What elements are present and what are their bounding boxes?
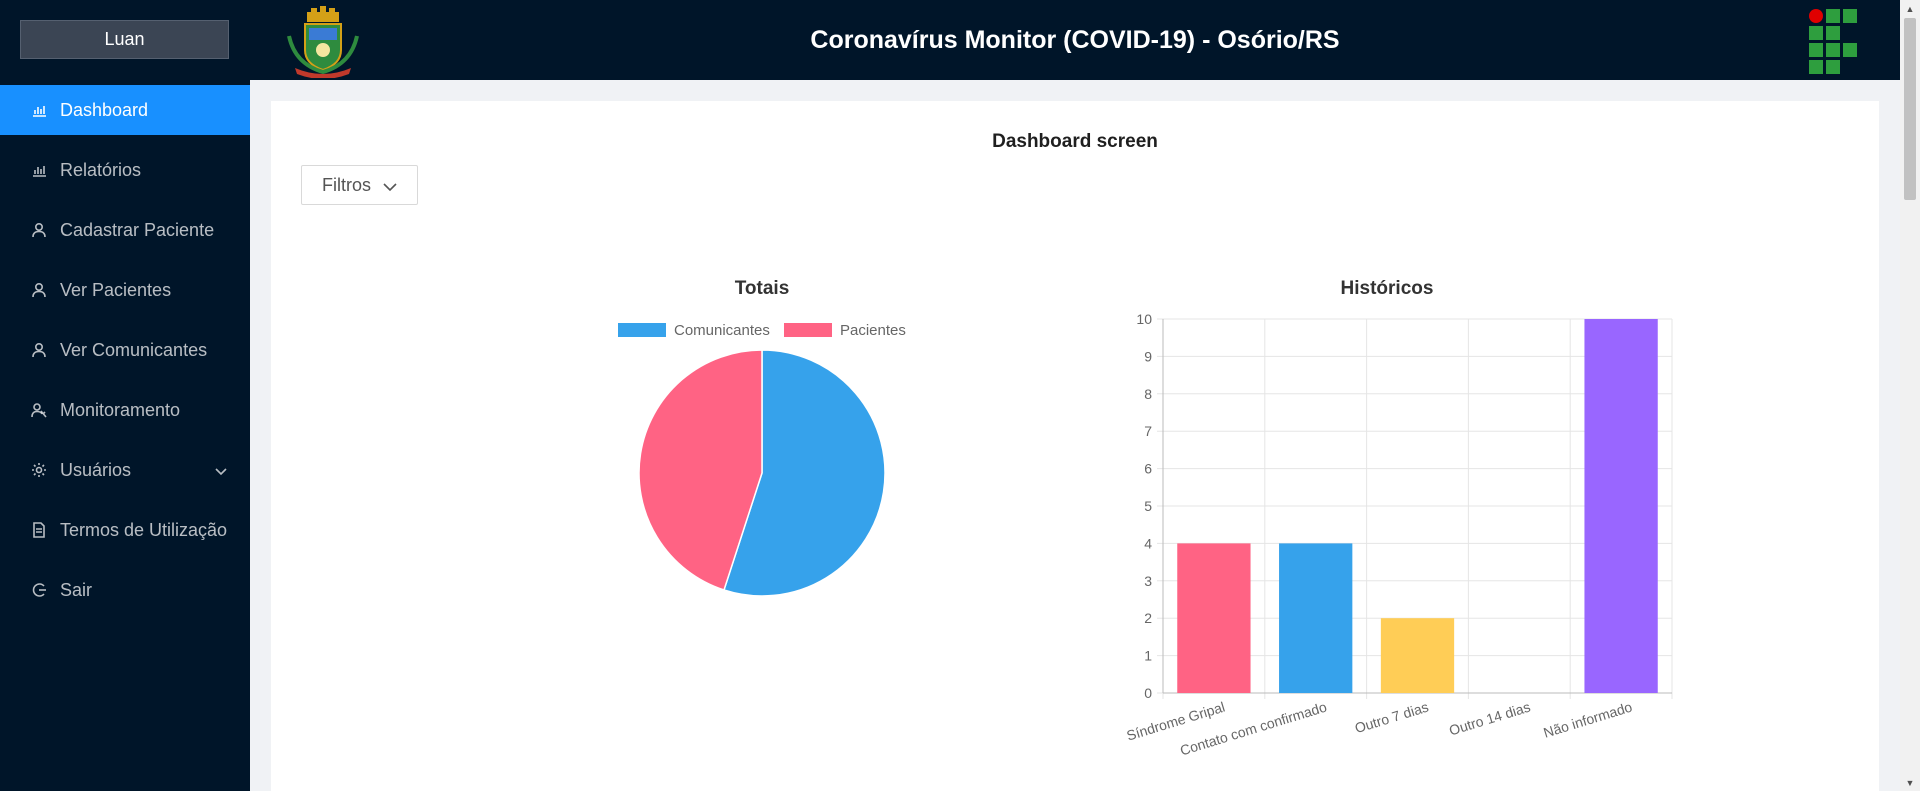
y-tick-label: 6: [1144, 461, 1152, 477]
bar-1: [1279, 543, 1353, 693]
charts-area: Totais Comunicantes Pacientes Históricos 0 1 2…: [618, 278, 1673, 758]
sidebar-item-label: Sair: [60, 579, 93, 600]
scroll-up-arrow-icon[interactable]: ▲: [1900, 0, 1920, 17]
sidebar-item-cadastrar-paciente[interactable]: Cadastrar Paciente: [0, 205, 250, 255]
user-icon: [30, 221, 48, 239]
sidebar-item-label: Ver Comunicantes: [60, 339, 208, 360]
sidebar-item-label: Termos de Utilização: [60, 519, 228, 540]
users-icon: [30, 401, 48, 419]
sidebar-item-label: Dashboard: [60, 99, 149, 120]
sidebar-item-dashboard[interactable]: Dashboard: [0, 85, 250, 135]
sidebar-item-termos-de-utilizacao[interactable]: Termos de Utilização: [0, 505, 250, 555]
x-tick-label: Outro 14 dias: [1447, 699, 1532, 739]
bar-4: [1584, 319, 1658, 693]
sidebar-item-ver-pacientes[interactable]: Ver Pacientes: [0, 265, 250, 315]
y-tick-label: 3: [1144, 573, 1152, 589]
document-icon: [30, 521, 48, 539]
bar-0: [1177, 543, 1251, 693]
bar-chart-icon: [30, 101, 48, 119]
dashboard-card: Dashboard screen Filtros Totais Comunican…: [271, 101, 1879, 791]
y-tick-label: 0: [1144, 685, 1152, 701]
sidebar-item-sair[interactable]: Sair: [0, 565, 250, 615]
page-scrollbar[interactable]: ▲ ▼: [1900, 0, 1920, 791]
sidebar-item-usuarios[interactable]: Usuários: [0, 445, 250, 495]
x-tick-label: Outro 7 dias: [1353, 699, 1431, 737]
header: Coronavírus Monitor (COVID-19) - Osório/…: [250, 0, 1900, 80]
x-tick-label: Não informado: [1541, 699, 1634, 741]
sidebar-item-label: Usuários: [60, 459, 132, 480]
sidebar-item-relatorios[interactable]: Relatórios: [0, 145, 250, 195]
y-tick-label: 2: [1144, 610, 1152, 626]
y-tick-label: 9: [1144, 348, 1152, 364]
y-tick-label: 5: [1144, 498, 1152, 514]
user-icon: [30, 341, 48, 359]
sidebar-item-monitoramento[interactable]: Monitoramento: [0, 385, 250, 435]
sidebar: Luan Dashboard Relatórios Cadastrar Pacien…: [0, 0, 250, 791]
legend-swatch-1: [784, 323, 832, 337]
scroll-thumb[interactable]: [1904, 18, 1916, 200]
sidebar-item-label: Cadastrar Paciente: [60, 219, 215, 240]
sidebar-item-label: Ver Pacientes: [60, 279, 172, 300]
scroll-down-arrow-icon[interactable]: ▼: [1900, 774, 1920, 791]
pie-chart-title: Totais: [735, 278, 790, 299]
sidebar-item-label: Monitoramento: [60, 399, 181, 420]
chevron-down-icon: [214, 462, 228, 476]
bar-chart-title: Históricos: [1341, 278, 1434, 299]
sidebar-item-label: Relatórios: [60, 159, 142, 180]
legend-label-0: Comunicantes: [674, 322, 770, 339]
bar-chart-icon: [30, 161, 48, 179]
user-icon: [30, 281, 48, 299]
y-tick-label: 8: [1144, 386, 1152, 402]
ifrs-logo: [1809, 9, 1857, 74]
sidebar-item-ver-comunicantes[interactable]: Ver Comunicantes: [0, 325, 250, 375]
logout-icon: [30, 581, 48, 599]
bar-2: [1380, 618, 1455, 693]
user-button[interactable]: Luan: [20, 20, 229, 59]
legend-label-1: Pacientes: [840, 322, 906, 339]
legend-swatch-0: [618, 323, 666, 337]
y-tick-label: 1: [1144, 648, 1152, 664]
gear-icon: [30, 461, 48, 479]
y-tick-label: 7: [1144, 423, 1152, 439]
sidebar-menu: Dashboard Relatórios Cadastrar Paciente Ver…: [0, 85, 250, 625]
y-tick-label: 10: [1136, 311, 1152, 327]
app-title: Coronavírus Monitor (COVID-19) - Osório/…: [810, 25, 1340, 54]
y-tick-label: 4: [1144, 535, 1152, 551]
